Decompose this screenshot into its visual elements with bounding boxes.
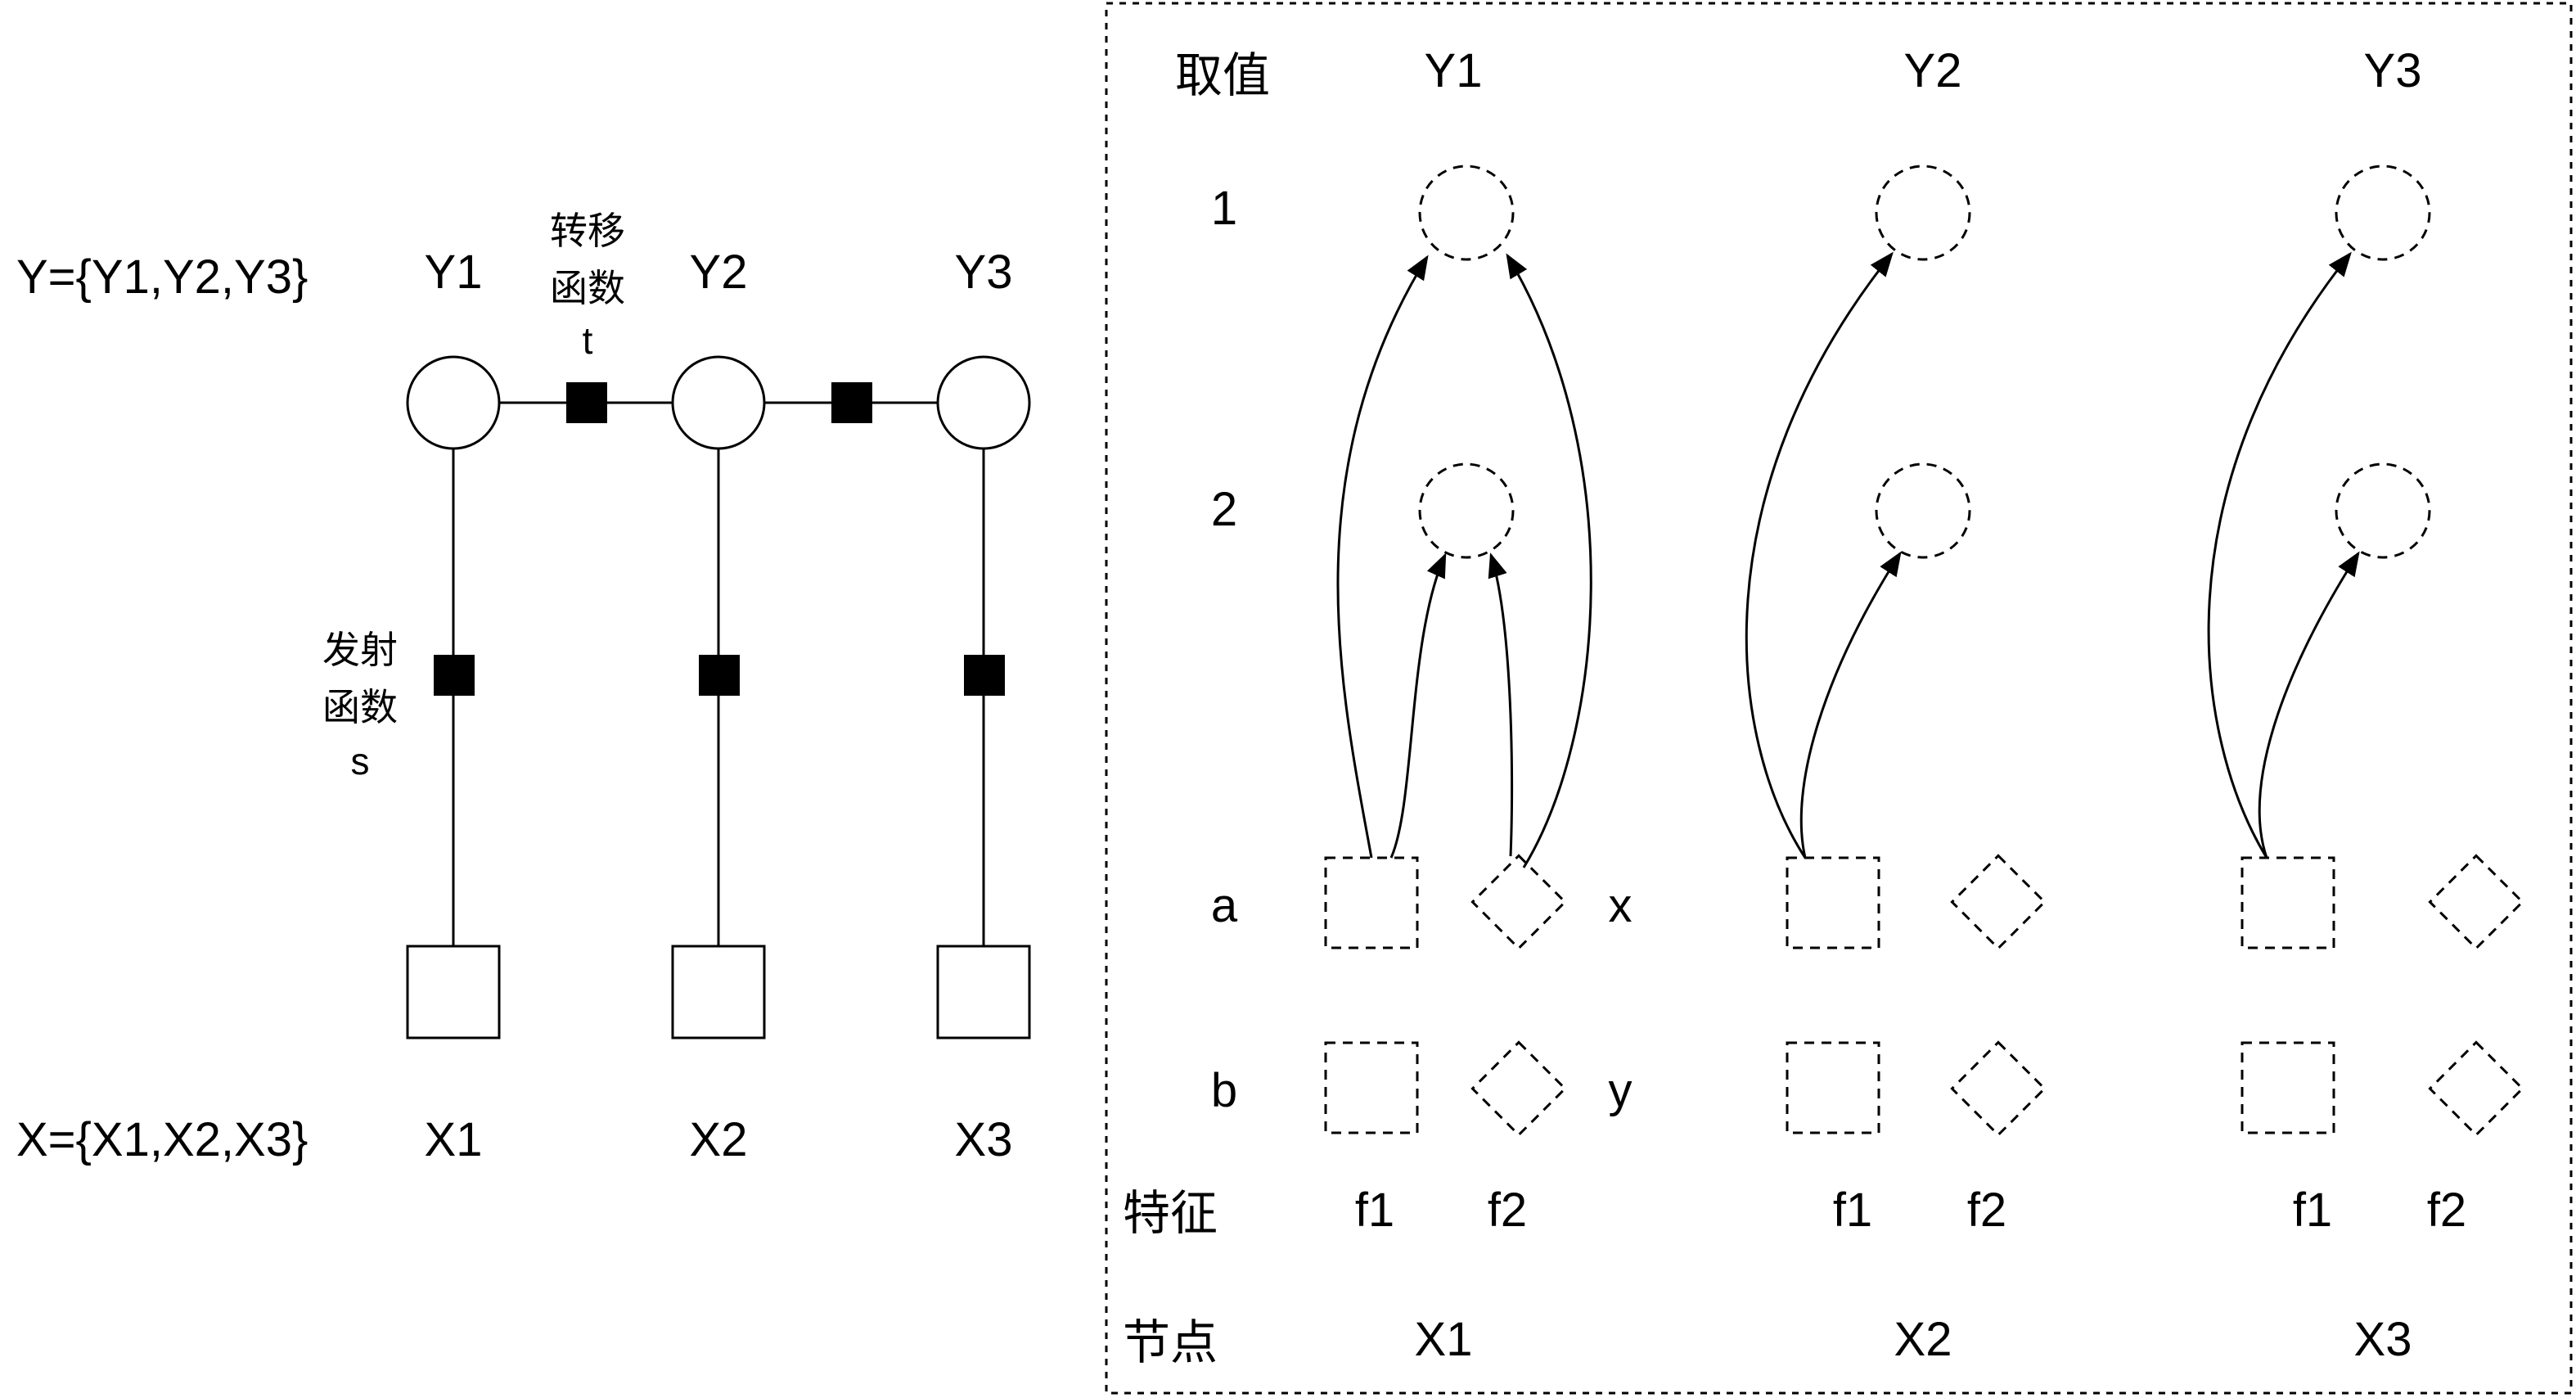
y-column-label-1: Y1 <box>1425 44 1483 97</box>
transition-label-line-2: 函数 <box>550 267 625 309</box>
y3-value-1-node <box>2335 165 2431 261</box>
x-value-label-b: b <box>1211 1064 1237 1117</box>
y-column-label-2: Y2 <box>1904 44 1962 97</box>
arrow-x2f1a-to-y2v2 <box>1799 551 1902 859</box>
arrow-x2f1a-to-y2v1 <box>1745 251 1894 859</box>
x-set-label: X={X1,X2,X3} <box>16 1113 308 1166</box>
x2-f1-a-node <box>1786 856 1880 949</box>
x2-f2-x-node <box>1950 854 2047 950</box>
x3-feature-f2: f2 <box>2427 1184 2466 1237</box>
y3-value-2-node <box>2335 462 2431 559</box>
f2-value-label-y: y <box>1609 1064 1633 1117</box>
x1-feature-f1: f1 <box>1355 1184 1394 1237</box>
y-node-label-3: Y3 <box>955 246 1013 299</box>
arrow-x1f2x-to-y1v2 <box>1488 552 1514 857</box>
y-node-1 <box>406 355 501 450</box>
y2-value-2-node <box>1875 462 1971 559</box>
transition-factor-1 <box>566 382 607 423</box>
feature-panel: 取值 Y1 Y2 Y3 1 2 a b x y 特征 f1 f2 f1 f2 f… <box>1105 2 2573 1395</box>
y-node-label-1: Y1 <box>425 246 483 299</box>
x-column-label-3: X3 <box>2354 1313 2412 1366</box>
y-value-label-2: 2 <box>1211 483 1237 536</box>
x3-f1-a-node <box>2240 856 2335 949</box>
arrow-x1f2x-to-y1v1 <box>1506 253 1592 868</box>
emission-factor-3 <box>964 655 1005 696</box>
x-node-3 <box>936 945 1031 1039</box>
x-column-label-1: X1 <box>1415 1313 1473 1366</box>
arrow-x1f1a-to-y1v2 <box>1389 552 1447 859</box>
y-node-label-2: Y2 <box>690 246 748 299</box>
transition-label-line-1: 转移 <box>550 210 625 252</box>
x-column-label-2: X2 <box>1894 1313 1952 1366</box>
transition-label-line-3: t <box>583 319 593 362</box>
x2-f2-y-node <box>1950 1040 2047 1137</box>
y1-value-1-node <box>1418 165 1515 261</box>
emission-label-line-3: s <box>351 740 370 782</box>
emission-label-line-2: 函数 <box>322 686 398 728</box>
x2-feature-f1: f1 <box>1833 1184 1872 1237</box>
x-node-label-3: X3 <box>955 1113 1013 1166</box>
x-node-2 <box>671 945 766 1039</box>
y2-value-1-node <box>1875 165 1971 261</box>
x1-f2-y-node <box>1470 1040 1567 1137</box>
arrow-x3f1a-to-y3v1 <box>2207 251 2352 859</box>
x1-f1-b-node <box>1324 1041 1419 1134</box>
arrow-x3f1a-to-y3v2 <box>2258 551 2360 859</box>
y-node-3 <box>936 355 1031 450</box>
emission-label-line-1: 发射 <box>322 629 398 671</box>
x1-feature-f2: f2 <box>1488 1184 1527 1237</box>
y-column-label-3: Y3 <box>2364 44 2422 97</box>
arrow-x1f1a-to-y1v1 <box>1336 255 1429 859</box>
x2-feature-f2: f2 <box>1967 1184 2006 1237</box>
x2-f1-b-node <box>1786 1041 1880 1134</box>
x-node-label-2: X2 <box>690 1113 748 1166</box>
x1-f1-a-node <box>1324 856 1419 949</box>
x3-f1-b-node <box>2240 1041 2335 1134</box>
y-node-2 <box>671 355 766 450</box>
x-value-label-a: a <box>1211 879 1238 932</box>
transition-factor-2 <box>831 382 872 423</box>
emission-factor-2 <box>699 655 740 696</box>
x-node-1 <box>406 945 501 1039</box>
feature-header: 特征 <box>1123 1187 1218 1240</box>
x3-f2-x-node <box>2428 854 2524 950</box>
node-header: 节点 <box>1123 1316 1218 1369</box>
y1-value-2-node <box>1418 462 1515 559</box>
x3-f2-y-node <box>2428 1040 2524 1137</box>
x-node-label-1: X1 <box>425 1113 483 1166</box>
crf-diagram: Y={Y1,Y2,Y3} X={X1,X2,X3} Y1 Y2 Y3 X1 X2… <box>16 2 2573 1395</box>
y-set-label: Y={Y1,Y2,Y3} <box>16 250 308 304</box>
x1-f2-x-node <box>1470 854 1567 950</box>
factor-graph: Y={Y1,Y2,Y3} X={X1,X2,X3} Y1 Y2 Y3 X1 X2… <box>16 210 1031 1166</box>
y-value-label-1: 1 <box>1211 182 1237 235</box>
emission-factor-1 <box>434 655 475 696</box>
value-header: 取值 <box>1175 49 1270 102</box>
x3-feature-f1: f1 <box>2293 1184 2332 1237</box>
f2-value-label-x: x <box>1609 879 1633 932</box>
